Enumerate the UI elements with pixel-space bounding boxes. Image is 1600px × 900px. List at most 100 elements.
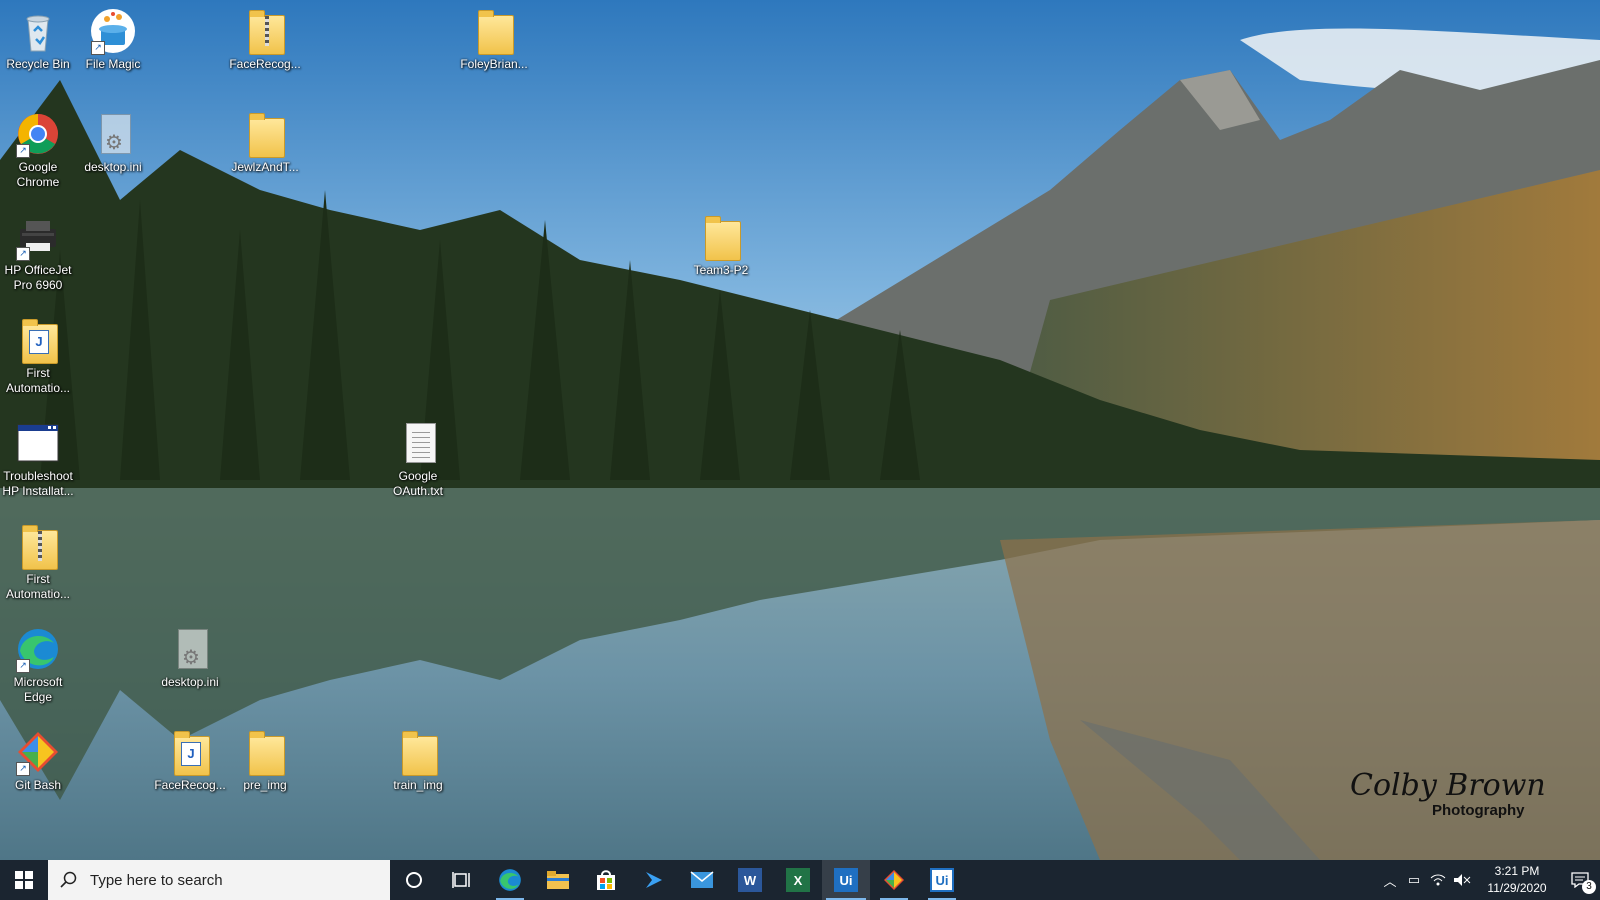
- taskbar-cortana[interactable]: [390, 860, 438, 900]
- desktop-icon-label: Google Chrome: [16, 160, 60, 189]
- desktop-icon-train-img[interactable]: train_img: [379, 728, 457, 793]
- excel-icon: X: [786, 868, 810, 892]
- desktop-icon-label: FoleyBrian...: [460, 57, 528, 71]
- settings-file-icon: ⚙: [89, 110, 137, 158]
- desktop-icon-label: JewlzAndT...: [231, 160, 299, 174]
- git-bash-icon: ↗: [14, 728, 62, 776]
- git-icon: [884, 870, 904, 890]
- desktop-icon-desktop-ini-1[interactable]: ⚙ desktop.ini: [74, 110, 152, 175]
- taskbar-git[interactable]: [870, 860, 918, 900]
- desktop-icon-label: desktop.ini: [161, 675, 219, 689]
- desktop-icon-label: FaceRecog...: [154, 778, 226, 792]
- text-file-icon: [394, 419, 442, 467]
- watermark-signature: Colby Brown: [1350, 768, 1546, 803]
- desktop-icon-desktop-ini-2[interactable]: ⚙ desktop.ini: [151, 625, 229, 690]
- clock-date: 11/29/2020: [1487, 881, 1547, 895]
- folder-icon: [470, 7, 518, 55]
- desktop-icon-label: HP OfficeJet Pro 6960: [4, 263, 72, 292]
- mail-icon: [690, 871, 714, 888]
- desktop-icon-facerecog-zip[interactable]: FaceRecog...: [226, 7, 304, 72]
- cortana-circle-icon: [406, 872, 422, 888]
- clock-time: 3:21 PM: [1494, 864, 1540, 878]
- folder-icon: [241, 110, 289, 158]
- edge-icon: [499, 869, 521, 891]
- taskbar-excel[interactable]: X: [774, 860, 822, 900]
- desktop-icon-label: train_img: [393, 778, 443, 792]
- zip-folder-icon: [241, 7, 289, 55]
- desktop-icon-label: Microsoft Edge: [13, 675, 63, 704]
- shortcut-arrow-icon: ↗: [91, 41, 105, 55]
- battery-icon[interactable]: ▭: [1402, 860, 1426, 900]
- desktop-icon-troubleshoot-hp[interactable]: Troubleshoot HP Installat...: [0, 419, 77, 499]
- photographer-watermark: Colby Brown Photography: [1350, 768, 1570, 828]
- desktop-icon-google-chrome[interactable]: ↗ Google Chrome: [0, 110, 77, 190]
- show-hidden-icons-chevron-icon[interactable]: ︿: [1378, 860, 1402, 900]
- desktop-icon-jewlzandt[interactable]: JewlzAndT...: [226, 110, 304, 175]
- taskbar-uipath-assistant[interactable]: Ui: [918, 860, 966, 900]
- edge-icon: ↗: [14, 625, 62, 673]
- desktop-icon-recycle-bin[interactable]: Recycle Bin: [0, 7, 77, 72]
- desktop-icon-label: FaceRecog...: [229, 57, 301, 71]
- taskbar-edge[interactable]: [486, 860, 534, 900]
- zip-folder-icon: [14, 522, 62, 570]
- taskbar-clock[interactable]: 3:21 PM 11/29/2020: [1474, 863, 1560, 897]
- store-icon: [597, 870, 615, 890]
- desktop-icon-facerecog-project[interactable]: J FaceRecog...: [151, 728, 229, 793]
- taskbar: W X Ui Ui ︿ ▭ 3:21 PM 11/29/2020 3: [0, 860, 1600, 900]
- desktop-icon-pre-img[interactable]: pre_img: [226, 728, 304, 793]
- volume-muted-icon[interactable]: [1450, 860, 1474, 900]
- desktop-icon-first-automation-zip[interactable]: First Automatio...: [0, 522, 77, 602]
- desktop[interactable]: Recycle Bin ↗ Google Chrome ↗ HP OfficeJ…: [0, 0, 1600, 860]
- desktop-icon-label: File Magic: [85, 57, 141, 71]
- window-app-icon: [14, 419, 62, 467]
- uipath-studio-icon: Ui: [834, 868, 858, 892]
- start-button[interactable]: [0, 860, 48, 900]
- task-view-icon: [452, 872, 470, 888]
- desktop-icon-label: Team3-P2: [693, 263, 749, 277]
- taskbar-microsoft-store[interactable]: [582, 860, 630, 900]
- desktop-icon-hp-officejet[interactable]: ↗ HP OfficeJet Pro 6960: [0, 213, 77, 293]
- taskbar-visual-studio[interactable]: [630, 860, 678, 900]
- taskbar-search-box[interactable]: [48, 860, 390, 900]
- desktop-icon-label: First Automatio...: [5, 366, 71, 395]
- shortcut-arrow-icon: ↗: [16, 762, 30, 776]
- taskbar-word[interactable]: W: [726, 860, 774, 900]
- desktop-icon-git-bash[interactable]: ↗ Git Bash: [0, 728, 77, 793]
- desktop-icon-foleybrian[interactable]: FoleyBrian...: [455, 7, 533, 72]
- visual-studio-icon: [646, 872, 662, 888]
- desktop-icon-label: pre_img: [243, 778, 287, 792]
- taskbar-file-explorer[interactable]: [534, 860, 582, 900]
- watermark-text: Photography: [1432, 802, 1525, 819]
- desktop-icon-label: Git Bash: [14, 778, 62, 792]
- shortcut-arrow-icon: ↗: [16, 144, 30, 158]
- desktop-icon-google-oauth[interactable]: Google OAuth.txt: [379, 419, 457, 499]
- word-icon: W: [738, 868, 762, 892]
- recycle-bin-icon: [14, 7, 62, 55]
- notification-count-badge: 3: [1582, 880, 1596, 894]
- action-center-button[interactable]: 3: [1560, 860, 1600, 900]
- search-input[interactable]: [88, 870, 382, 890]
- desktop-icon-team3-p2[interactable]: Team3-P2: [682, 213, 760, 278]
- search-icon: [60, 871, 77, 888]
- taskbar-mail[interactable]: [678, 860, 726, 900]
- taskbar-task-view[interactable]: [438, 860, 486, 900]
- folder-icon: [697, 213, 745, 261]
- desktop-icon-microsoft-edge[interactable]: ↗ Microsoft Edge: [0, 625, 77, 705]
- chrome-icon: ↗: [14, 110, 62, 158]
- uipath-assistant-icon: Ui: [930, 868, 954, 892]
- desktop-icon-label: Google OAuth.txt: [392, 469, 444, 498]
- file-magic-icon: ↗: [89, 7, 137, 55]
- desktop-icon-first-automation-project[interactable]: J First Automatio...: [0, 316, 77, 396]
- folder-icon: [394, 728, 442, 776]
- desktop-icon-file-magic[interactable]: ↗ File Magic: [74, 7, 152, 72]
- shortcut-arrow-icon: ↗: [16, 659, 30, 673]
- uipath-project-icon: J: [166, 728, 214, 776]
- windows-logo-icon: [15, 871, 33, 889]
- uipath-project-icon: J: [14, 316, 62, 364]
- desktop-icon-label: Recycle Bin: [6, 57, 70, 71]
- taskbar-uipath-studio[interactable]: Ui: [822, 860, 870, 900]
- desktop-icon-label: First Automatio...: [5, 572, 71, 601]
- system-tray: ︿ ▭ 3:21 PM 11/29/2020 3: [1378, 860, 1600, 900]
- wifi-icon[interactable]: [1426, 860, 1450, 900]
- settings-file-icon: ⚙: [166, 625, 214, 673]
